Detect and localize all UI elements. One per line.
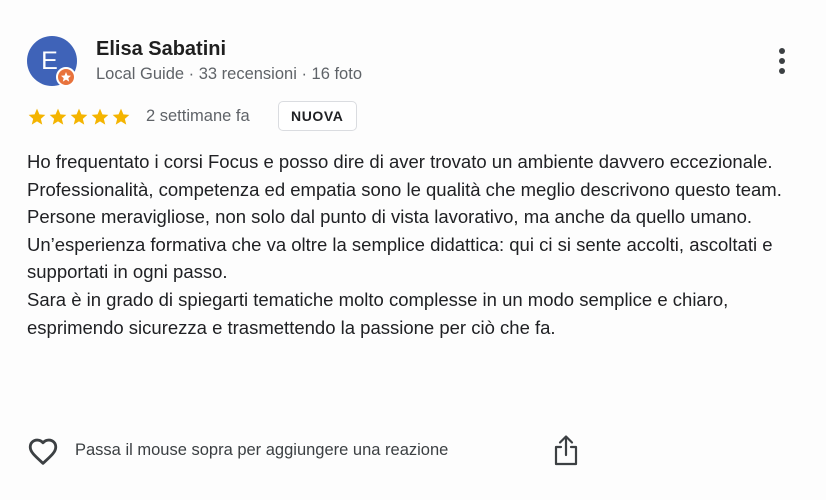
more-vertical-icon bbox=[779, 48, 785, 54]
star-icon bbox=[28, 108, 46, 125]
more-options-button[interactable] bbox=[770, 44, 796, 78]
star-icon bbox=[70, 108, 88, 125]
reviewer-meta: Local Guide · 33 recensioni · 16 foto bbox=[96, 65, 362, 83]
heart-outline-icon bbox=[28, 438, 58, 465]
new-badge: NUOVA bbox=[278, 101, 357, 131]
star-icon bbox=[91, 108, 109, 125]
review-card: E Elisa Sabatini Local Guide · 33 recens… bbox=[0, 0, 826, 500]
reaction-hint: Passa il mouse sopra per aggiungere una … bbox=[75, 441, 449, 459]
review-time: 2 settimane fa bbox=[146, 107, 250, 125]
avatar-initial: E bbox=[41, 47, 58, 75]
review-text: Ho frequentato i corsi Focus e posso dir… bbox=[27, 148, 817, 341]
review-paragraph: Sara è in grado di spiegarti tematiche m… bbox=[27, 288, 729, 338]
star-rating bbox=[27, 107, 132, 127]
review-paragraph: Ho frequentato i corsi Focus e posso dir… bbox=[27, 151, 782, 283]
reaction-button[interactable] bbox=[25, 433, 61, 469]
share-icon bbox=[554, 435, 578, 466]
share-button[interactable] bbox=[550, 433, 582, 469]
star-icon bbox=[49, 108, 67, 125]
reviewer-name[interactable]: Elisa Sabatini bbox=[96, 38, 226, 61]
star-icon bbox=[112, 108, 130, 125]
local-guide-star-icon bbox=[56, 67, 76, 87]
